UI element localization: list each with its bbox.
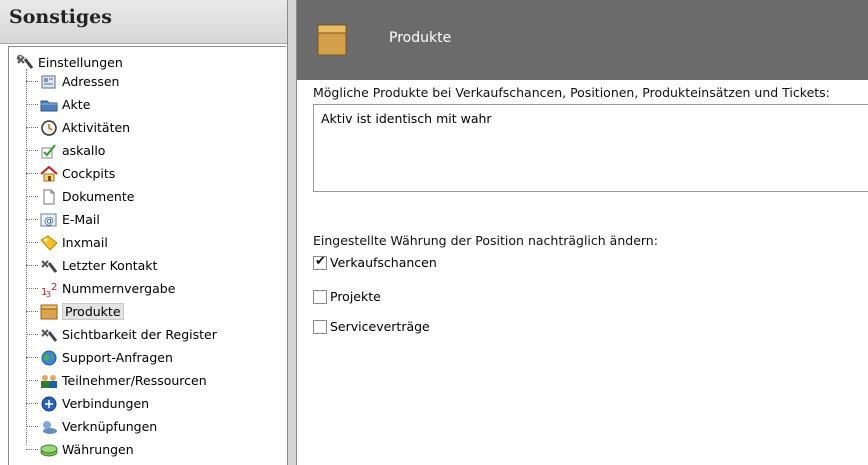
sidebar-item-label: Cockpits bbox=[62, 166, 116, 181]
sidebar-item-adressen[interactable]: Adressen bbox=[26, 71, 119, 92]
currency-icon bbox=[40, 442, 58, 458]
check-icon: ✔ bbox=[315, 253, 326, 269]
tree-root-einstellungen[interactable]: Einstellungen bbox=[16, 53, 123, 71]
clock-icon bbox=[40, 119, 58, 136]
tools-icon bbox=[40, 327, 58, 343]
checkbox-projekte[interactable]: Projekte bbox=[313, 289, 381, 304]
tag-icon bbox=[40, 234, 58, 251]
sidebar-item-label: Nummernvergabe bbox=[62, 281, 176, 296]
checkbox-box[interactable] bbox=[313, 319, 327, 334]
checkbox-label: Serviceverträge bbox=[330, 319, 430, 334]
sidebar-item-letzter-kontakt[interactable]: Letzter Kontakt bbox=[26, 255, 157, 276]
tools-icon bbox=[40, 258, 58, 274]
sidebar-item-label: Verknüpfungen bbox=[62, 419, 158, 434]
checkbox-label: Projekte bbox=[330, 289, 381, 304]
house-icon bbox=[40, 165, 58, 182]
folder-icon bbox=[40, 97, 58, 113]
sidebar-title: Sonstiges bbox=[9, 6, 112, 28]
panel-splitter[interactable] bbox=[288, 0, 296, 465]
sidebar-item-support-anfragen[interactable]: Support-Anfragen bbox=[26, 347, 173, 368]
products-filter-field[interactable]: Aktiv ist identisch mit wahr bbox=[313, 104, 868, 192]
checkbox-box[interactable]: ✔ bbox=[313, 253, 327, 270]
sidebar-item-cockpits[interactable]: Cockpits bbox=[26, 163, 115, 184]
sidebar-item-label: Währungen bbox=[62, 442, 134, 457]
numbering-icon: 132 bbox=[40, 281, 58, 299]
sidebar-item-inxmail[interactable]: Inxmail bbox=[26, 232, 108, 253]
sidebar-item-askallo[interactable]: askallo bbox=[26, 140, 105, 161]
sidebar-item-label: Support-Anfragen bbox=[62, 350, 173, 365]
svg-text:2: 2 bbox=[51, 282, 57, 293]
sidebar-item-label: E-Mail bbox=[62, 212, 100, 227]
checkmark-icon bbox=[40, 143, 58, 159]
connections-icon bbox=[40, 396, 58, 412]
links-icon bbox=[40, 419, 58, 435]
sidebar-item-verbindungen[interactable]: Verbindungen bbox=[26, 393, 149, 414]
globe-icon bbox=[40, 350, 58, 366]
sidebar-item-waehrungen[interactable]: Währungen bbox=[26, 439, 134, 460]
sidebar-item-produkte[interactable]: Produkte bbox=[26, 301, 124, 322]
settings-tree[interactable]: Einstellungen Adressen Akte Aktivitäten … bbox=[8, 46, 286, 465]
svg-text:@: @ bbox=[44, 216, 54, 227]
sidebar-item-sichtbarkeit[interactable]: Sichtbarkeit der Register bbox=[26, 324, 217, 345]
sidebar-item-akte[interactable]: Akte bbox=[26, 94, 90, 115]
product-box-icon bbox=[40, 304, 58, 320]
checkbox-label: Verkaufschancen bbox=[330, 255, 437, 270]
sidebar-item-aktivitaeten[interactable]: Aktivitäten bbox=[26, 117, 130, 138]
sidebar-item-label: Akte bbox=[62, 97, 91, 112]
settings-sidebar: Sonstiges Einstellungen Adressen Akte Ak… bbox=[0, 0, 288, 465]
detail-header: Produkte bbox=[297, 0, 868, 80]
tree-root-label: Einstellungen bbox=[38, 54, 123, 70]
document-icon bbox=[40, 189, 58, 205]
sidebar-item-dokumente[interactable]: Dokumente bbox=[26, 186, 134, 207]
sidebar-item-label: Teilnehmer/Ressourcen bbox=[62, 373, 207, 388]
settings-detail-panel: Produkte Mögliche Produkte bei Verkaufsc… bbox=[296, 0, 868, 465]
participants-icon bbox=[40, 373, 58, 389]
sidebar-header: Sonstiges bbox=[0, 0, 287, 44]
sidebar-item-label: Sichtbarkeit der Register bbox=[62, 327, 217, 342]
sidebar-item-label: Adressen bbox=[62, 74, 120, 89]
sidebar-item-email[interactable]: @ E-Mail bbox=[26, 209, 100, 230]
sidebar-item-label: Letzter Kontakt bbox=[62, 258, 158, 273]
sidebar-item-label: Verbindungen bbox=[62, 396, 150, 411]
sidebar-item-nummernvergabe[interactable]: 132 Nummernvergabe bbox=[26, 278, 175, 299]
checkbox-servicevertraege[interactable]: Serviceverträge bbox=[313, 319, 430, 334]
checkbox-box[interactable] bbox=[313, 289, 327, 304]
detail-title: Produkte bbox=[389, 30, 452, 46]
sidebar-item-label: askallo bbox=[62, 143, 106, 158]
currency-change-label: Eingestellte Währung der Position nachtr… bbox=[313, 233, 658, 248]
address-book-icon bbox=[40, 74, 58, 90]
sidebar-item-verknuepfungen[interactable]: Verknüpfungen bbox=[26, 416, 157, 437]
sidebar-item-label: Produkte bbox=[62, 303, 124, 320]
sidebar-item-label: Inxmail bbox=[62, 235, 108, 250]
tools-icon bbox=[16, 54, 34, 70]
products-label: Mögliche Produkte bei Verkaufschancen, P… bbox=[313, 85, 830, 100]
sidebar-item-label: Dokumente bbox=[62, 189, 135, 204]
email-icon: @ bbox=[40, 212, 58, 228]
checkbox-verkaufschancen[interactable]: ✔ Verkaufschancen bbox=[313, 253, 437, 270]
sidebar-item-teilnehmer[interactable]: Teilnehmer/Ressourcen bbox=[26, 370, 207, 391]
product-box-icon bbox=[317, 24, 347, 56]
sidebar-item-label: Aktivitäten bbox=[62, 120, 131, 135]
